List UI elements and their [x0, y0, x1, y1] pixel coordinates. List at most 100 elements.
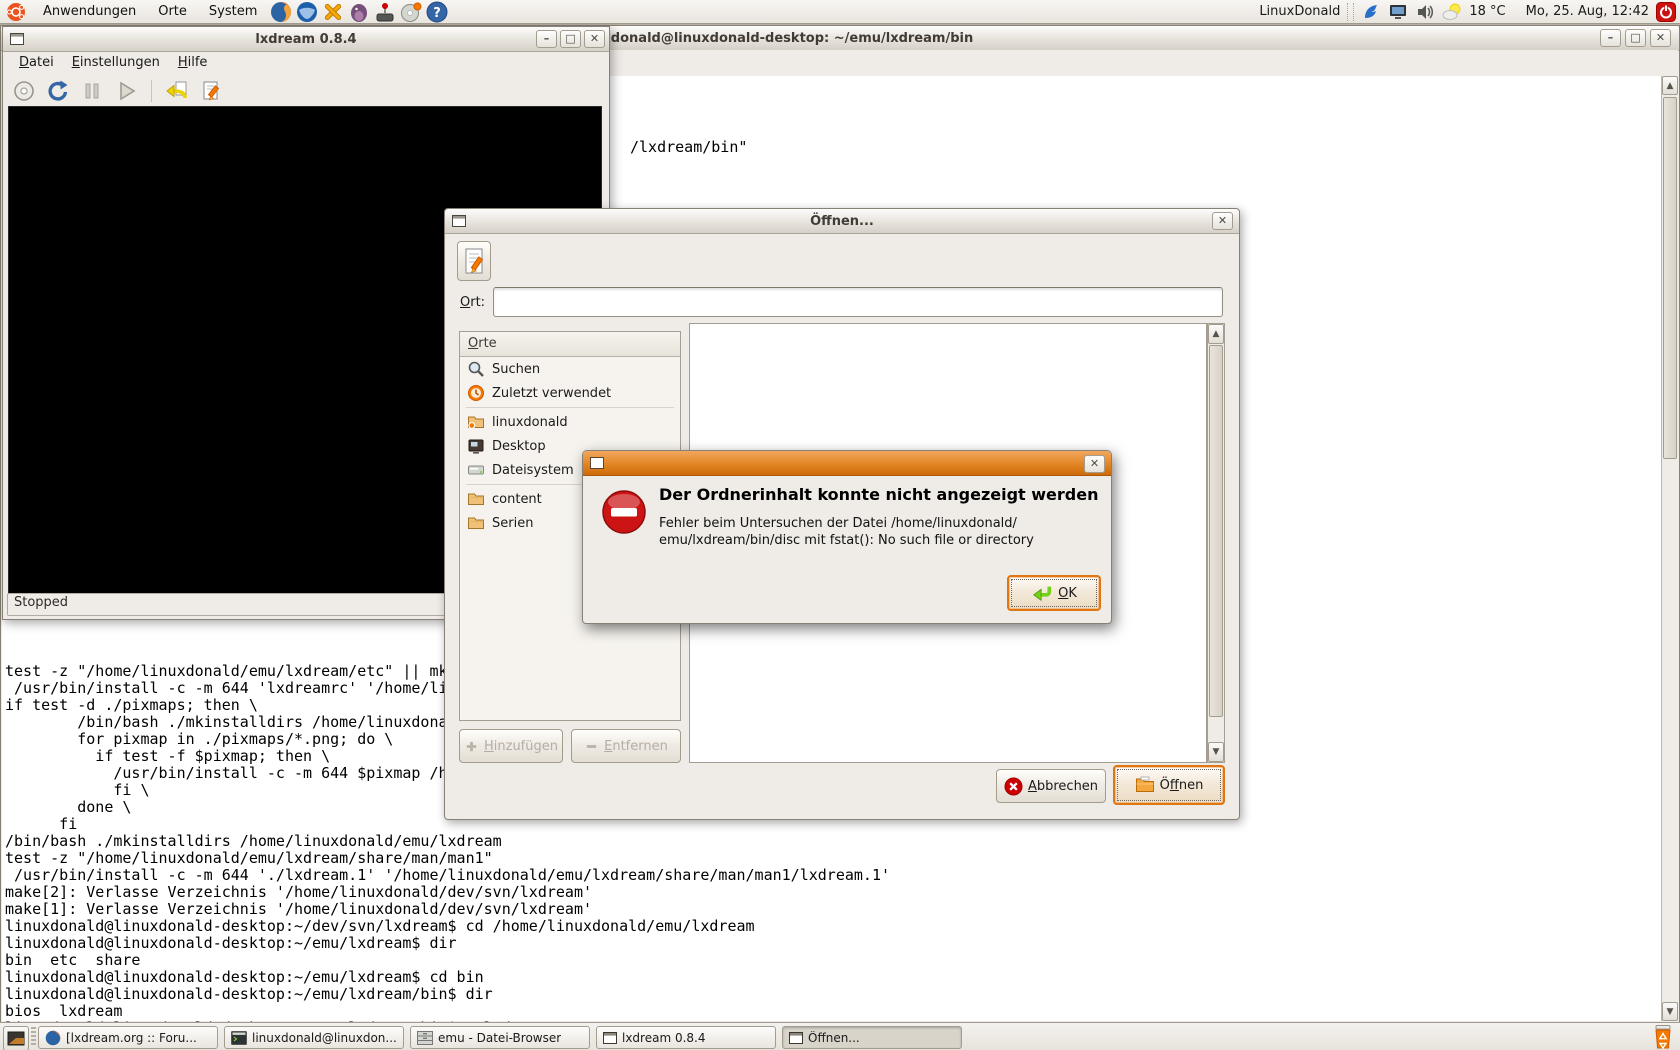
error-icon: [601, 489, 647, 535]
scroll-down-icon[interactable]: ▼: [1208, 742, 1224, 762]
plus-icon: [464, 739, 479, 754]
messenger-icon[interactable]: [1361, 2, 1381, 22]
power-icon[interactable]: [1656, 2, 1676, 22]
display-icon[interactable]: [1388, 2, 1408, 22]
clock[interactable]: Mo, 25. Aug, 12:42: [1526, 4, 1649, 19]
pidgin-launcher[interactable]: [348, 1, 370, 23]
search-icon: [467, 360, 485, 378]
lxdream-menubar: Datei Einstellungen Hilfe: [4, 52, 608, 76]
menu-system[interactable]: System: [198, 0, 268, 24]
task-button-firefox[interactable]: [lxdream.org :: Foru...: [38, 1026, 218, 1049]
location-input[interactable]: [493, 287, 1223, 317]
recent-icon: [467, 384, 485, 402]
edit-icon[interactable]: [199, 79, 223, 103]
username[interactable]: LinuxDonald: [1259, 4, 1340, 19]
help-launcher[interactable]: ?: [426, 1, 448, 23]
scrollbar-thumb[interactable]: [1209, 345, 1223, 717]
folder-icon: [467, 490, 485, 508]
terminal-scrollbar[interactable]: ▲ ▼: [1661, 76, 1678, 1021]
ok-label: OK: [1058, 586, 1077, 601]
close-icon[interactable]: ✕: [1650, 29, 1671, 47]
maximize-button[interactable]: □: [560, 30, 581, 48]
task-button-oeffnen[interactable]: Öffnen...: [782, 1026, 962, 1049]
firefox-launcher[interactable]: [270, 1, 292, 23]
help-icon: ?: [426, 1, 448, 23]
remove-place-label: Entfernen: [604, 739, 668, 754]
joystick-launcher[interactable]: [374, 1, 396, 23]
refresh-icon[interactable]: [46, 79, 70, 103]
error-dialog-titlebar[interactable]: ✕: [583, 451, 1111, 476]
place-item-home[interactable]: linuxdonald: [460, 410, 680, 434]
menu-hilfe[interactable]: Hilfe: [169, 52, 217, 76]
close-icon[interactable]: ✕: [584, 30, 605, 48]
play-icon[interactable]: [114, 79, 138, 103]
error-heading: Der Ordnerinhalt konnte nicht angezeigt …: [659, 485, 1104, 504]
remove-place-button[interactable]: Entfernen: [571, 729, 681, 763]
error-message-line1: Fehler beim Untersuchen der Datei /home/…: [659, 516, 1017, 531]
minimize-button[interactable]: –: [536, 30, 557, 48]
close-icon[interactable]: ✕: [1212, 212, 1233, 230]
show-desktop-button[interactable]: [3, 1026, 29, 1050]
firefox-icon: [45, 1030, 61, 1046]
maximize-button[interactable]: □: [1625, 29, 1646, 47]
undo-icon[interactable]: [165, 79, 189, 103]
cancel-button[interactable]: Abbrechen: [996, 769, 1106, 803]
task-label: Öffnen...: [808, 1031, 860, 1045]
taskbar-handle[interactable]: [31, 1027, 36, 1047]
scroll-up-icon[interactable]: ▲: [1662, 76, 1678, 95]
taskbar: [lxdream.org :: Foru... linuxdonald@linu…: [0, 1022, 1680, 1050]
error-message: Fehler beim Untersuchen der Datei /home/…: [659, 515, 1049, 549]
error-dialog: ✕ Der Ordnerinhalt konnte nicht angezeig…: [582, 450, 1112, 624]
place-label: Dateisystem: [492, 463, 574, 478]
file-list-scrollbar[interactable]: ▲ ▼: [1207, 323, 1225, 763]
minimize-button[interactable]: –: [1600, 29, 1621, 47]
thunderbird-launcher[interactable]: [296, 1, 318, 23]
add-place-label: Hinzufügen: [484, 739, 558, 754]
enter-arrow-icon: [1031, 583, 1053, 603]
desktop-icon: [467, 437, 485, 455]
ok-button[interactable]: OK: [1007, 575, 1101, 611]
open-dialog-titlebar[interactable]: Öffnen... ✕: [445, 209, 1239, 234]
pidgin-icon: [348, 1, 370, 23]
task-button-file-browser[interactable]: emu - Datei-Browser: [410, 1026, 590, 1049]
game-launcher[interactable]: [322, 1, 344, 23]
svg-text:?: ?: [434, 6, 442, 21]
trash-icon[interactable]: [1651, 1024, 1677, 1050]
place-label: Suchen: [492, 362, 540, 377]
task-label: linuxdonald@linuxdon...: [252, 1031, 397, 1045]
place-item-suchen[interactable]: Suchen: [460, 357, 680, 381]
cd-burner-launcher[interactable]: [400, 1, 422, 23]
toolbar-separator: [151, 80, 152, 102]
task-label: lxdream 0.8.4: [622, 1031, 706, 1045]
cancel-label: Abbrechen: [1028, 779, 1098, 794]
window-icon: [603, 1032, 617, 1044]
volume-icon[interactable]: [1415, 2, 1435, 22]
close-icon[interactable]: ✕: [1084, 455, 1105, 473]
open-button[interactable]: Öffnen: [1113, 765, 1225, 805]
temperature[interactable]: 18 °C: [1469, 4, 1505, 19]
menu-einstellungen[interactable]: Einstellungen: [63, 52, 169, 76]
disc-icon[interactable]: [12, 79, 36, 103]
places-header[interactable]: Orte: [460, 332, 680, 357]
top-panel: Anwendungen Orte System ? LinuxDonald: [0, 0, 1680, 24]
scroll-down-icon[interactable]: ▼: [1662, 1002, 1678, 1021]
add-place-button[interactable]: Hinzufügen: [459, 729, 563, 763]
scrollbar-thumb[interactable]: [1663, 97, 1677, 459]
weather-icon[interactable]: [1442, 2, 1462, 22]
place-item-zuletzt-verwendet[interactable]: Zuletzt verwendet: [460, 381, 680, 405]
scroll-up-icon[interactable]: ▲: [1208, 324, 1224, 344]
task-label: emu - Datei-Browser: [438, 1031, 561, 1045]
firefox-icon: [270, 1, 292, 23]
cd-burner-icon: [400, 1, 422, 23]
ubuntu-logo-icon[interactable]: [6, 2, 26, 22]
menu-anwendungen[interactable]: Anwendungen: [32, 0, 147, 24]
task-button-terminal[interactable]: linuxdonald@linuxdon...: [224, 1026, 404, 1049]
menu-orte[interactable]: Orte: [147, 0, 198, 24]
show-desktop-icon: [7, 1030, 25, 1048]
type-filename-button[interactable]: [457, 241, 491, 281]
pause-icon[interactable]: [80, 79, 104, 103]
cancel-icon: [1004, 777, 1023, 796]
menu-datei[interactable]: Datei: [10, 52, 63, 76]
task-button-lxdream[interactable]: lxdream 0.8.4: [596, 1026, 776, 1049]
lxdream-titlebar[interactable]: lxdream 0.8.4 – □ ✕: [3, 27, 609, 52]
